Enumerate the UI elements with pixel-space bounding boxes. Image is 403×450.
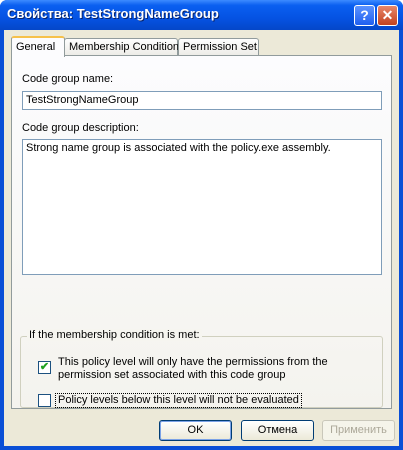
label-text: Policy levels below this level will not … bbox=[58, 394, 299, 406]
tab-label: General bbox=[16, 41, 56, 53]
properties-dialog: Свойства: TestStrongNameGroup ? ✕ Genera… bbox=[0, 0, 403, 450]
close-icon: ✕ bbox=[381, 7, 394, 23]
ok-button[interactable]: OK bbox=[159, 420, 232, 441]
tab-permission-set[interactable]: Permission Set bbox=[178, 38, 259, 56]
tab-general[interactable]: General bbox=[11, 36, 65, 57]
code-group-description-input[interactable]: Strong name group is associated with the… bbox=[22, 139, 382, 275]
tab-label: Permission Set bbox=[183, 41, 257, 53]
tab-label: Membership Condition bbox=[69, 41, 180, 53]
level-final-label[interactable]: Policy levels below this level will not … bbox=[55, 393, 302, 408]
only-this-level-label[interactable]: This policy level will only have the per… bbox=[58, 356, 328, 382]
help-icon: ? bbox=[360, 7, 369, 23]
code-group-description-label: Code group description: bbox=[22, 122, 139, 134]
membership-condition-group: If the membership condition is met: ✔ Th… bbox=[20, 329, 383, 408]
title-bar[interactable]: Свойства: TestStrongNameGroup ? ✕ bbox=[0, 0, 403, 30]
code-group-name-input[interactable]: TestStrongNameGroup bbox=[22, 91, 382, 110]
code-group-name-label: Code group name: bbox=[22, 73, 114, 85]
level-final-checkbox[interactable] bbox=[38, 394, 51, 407]
cancel-button[interactable]: Отмена bbox=[241, 420, 314, 441]
code-group-description-value: Strong name group is associated with the… bbox=[26, 142, 331, 154]
apply-label: Применить bbox=[330, 424, 387, 436]
dialog-client: General Membership Condition Permission … bbox=[4, 30, 399, 446]
label-line: This policy level will only have the per… bbox=[58, 356, 328, 368]
checkmark-icon: ✔ bbox=[39, 361, 50, 373]
apply-button[interactable]: Применить bbox=[322, 420, 395, 441]
group-caption: If the membership condition is met: bbox=[27, 329, 202, 341]
cancel-label: Отмена bbox=[257, 424, 298, 436]
only-this-level-checkbox[interactable]: ✔ bbox=[38, 361, 51, 374]
window-title: Свойства: TestStrongNameGroup bbox=[7, 6, 219, 21]
close-button[interactable]: ✕ bbox=[377, 5, 398, 26]
label-line: permission set associated with this code… bbox=[58, 369, 286, 381]
tab-membership-condition[interactable]: Membership Condition bbox=[64, 38, 180, 56]
general-tab-panel: Code group name: TestStrongNameGroup Cod… bbox=[11, 55, 392, 409]
ok-label: OK bbox=[187, 424, 204, 436]
code-group-name-value: TestStrongNameGroup bbox=[26, 94, 139, 106]
help-button[interactable]: ? bbox=[354, 5, 375, 26]
